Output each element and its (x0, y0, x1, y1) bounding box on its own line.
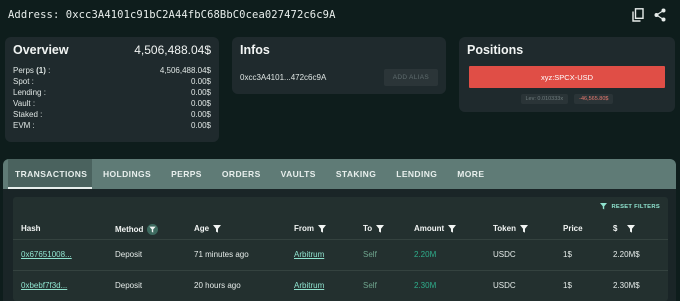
overview-value: 4,506,488.04$ (159, 66, 211, 75)
tab-more[interactable]: MORE (450, 159, 491, 189)
tab-holdings[interactable]: HOLDINGS (96, 159, 158, 189)
tx-age: 71 minutes ago (194, 250, 249, 259)
tab-transactions[interactable]: TRANSACTIONS (8, 159, 92, 189)
short-address: 0xcc3A4101...472c6c9A (240, 73, 327, 82)
col-token[interactable]: Token (493, 224, 528, 233)
overview-row-vault: Vault : 0.00$ (13, 98, 211, 109)
position-market-pill[interactable]: xyz:SPCX-USD (469, 66, 665, 88)
table-row: 0xbebf7f3d... Deposit 20 hours ago Arbit… (13, 271, 668, 301)
tx-amount: 2.30M (414, 281, 437, 290)
tx-price: 1$ (563, 250, 572, 259)
overview-value: 0.00$ (190, 88, 211, 97)
col-amount[interactable]: Amount (414, 224, 457, 233)
transactions-table: RESET FILTERS Hash Method Age From To Am… (13, 197, 668, 301)
perps-count: (1) (36, 66, 46, 75)
positions-card: Positions xyz:SPCX-USD Lev: 0.010333x -4… (459, 37, 675, 112)
filter-icon[interactable] (376, 224, 385, 233)
tx-token: USDC (493, 250, 516, 259)
col-age-label: Age (194, 224, 210, 233)
tx-from-link[interactable]: Arbitrum (294, 250, 324, 259)
overview-row-evm: EVM : 0.00$ (13, 120, 211, 131)
infos-title: Infos (240, 43, 270, 57)
filter-reset-icon (600, 203, 608, 210)
positions-title: Positions (467, 43, 524, 57)
tab-vaults[interactable]: VAULTS (274, 159, 323, 189)
tx-hash-link[interactable]: 0x67651008... (21, 250, 72, 259)
overview-row-perps: Perps (1) : 4,506,488.04$ (13, 65, 211, 76)
col-to-label: To (363, 224, 373, 233)
infos-card: Infos 0xcc3A4101...472c6c9A ADD ALIAS (232, 37, 446, 94)
tabs-panel: TRANSACTIONS HOLDINGS PERPS ORDERS VAULT… (3, 159, 676, 301)
overview-value: 0.00$ (190, 121, 211, 130)
col-usd[interactable]: $ (613, 224, 636, 233)
pnl-badge: -46,565.80$ (574, 94, 614, 104)
overview-label: EVM : (13, 121, 35, 130)
tx-hash-link[interactable]: 0xbebf7f3d... (21, 281, 67, 290)
col-method-label: Method (115, 225, 144, 234)
tab-perps[interactable]: PERPS (164, 159, 209, 189)
col-hash: Hash (21, 224, 41, 233)
col-method[interactable]: Method (115, 224, 159, 235)
col-to[interactable]: To (363, 224, 385, 233)
overview-label: Perps (13, 66, 34, 75)
overview-row-spot: Spot : 0.00$ (13, 76, 211, 87)
overview-label: Staked : (13, 110, 43, 119)
reset-filters-label: RESET FILTERS (611, 203, 660, 210)
tx-usd: 2.30M$ (613, 281, 640, 290)
tx-method: Deposit (115, 281, 143, 290)
tx-amount: 2.20M (414, 250, 437, 259)
filter-icon[interactable] (627, 224, 636, 233)
col-price: Price (563, 224, 583, 233)
tx-to: Self (363, 281, 377, 290)
filter-icon[interactable] (147, 224, 159, 235)
tx-from-link[interactable]: Arbitrum (294, 281, 324, 290)
col-from[interactable]: From (294, 224, 326, 233)
tab-orders[interactable]: ORDERS (215, 159, 268, 189)
tx-method: Deposit (115, 250, 143, 259)
overview-total: 4,506,488.04$ (134, 43, 211, 57)
overview-value: 0.00$ (190, 77, 211, 86)
leverage-badge: Lev: 0.010333x (520, 94, 569, 104)
filter-icon[interactable] (448, 224, 457, 233)
overview-value: 0.00$ (190, 99, 211, 108)
overview-value: 0.00$ (190, 110, 211, 119)
tx-price: 1$ (563, 281, 572, 290)
filter-icon[interactable] (213, 224, 222, 233)
address-label: Address: 0xcc3A4101c91bC2A44fbC68BbC0cea… (8, 9, 336, 21)
tab-bar: TRANSACTIONS HOLDINGS PERPS ORDERS VAULT… (3, 159, 676, 189)
header-bar: Address: 0xcc3A4101c91bC2A44fbC68BbC0cea… (0, 0, 680, 30)
col-token-label: Token (493, 224, 516, 233)
overview-row-lending: Lending : 0.00$ (13, 87, 211, 98)
col-from-label: From (294, 224, 314, 233)
filter-icon[interactable] (519, 224, 528, 233)
tab-lending[interactable]: LENDING (389, 159, 444, 189)
add-alias-button[interactable]: ADD ALIAS (383, 69, 438, 86)
col-usd-label: $ (613, 224, 618, 233)
overview-title: Overview (13, 43, 69, 57)
share-icon[interactable] (654, 8, 666, 22)
tx-token: USDC (493, 281, 516, 290)
reset-filters-button[interactable]: RESET FILTERS (600, 203, 660, 210)
table-header: Hash Method Age From To Amount Token Pri… (13, 219, 668, 239)
col-amount-label: Amount (414, 224, 445, 233)
col-age[interactable]: Age (194, 224, 222, 233)
tx-to: Self (363, 250, 377, 259)
table-row: 0x67651008... Deposit 71 minutes ago Arb… (13, 240, 668, 270)
overview-label: Spot : (13, 77, 34, 86)
tx-age: 20 hours ago (194, 281, 241, 290)
overview-label: Lending : (13, 88, 46, 97)
overview-card: Overview 4,506,488.04$ Perps (1) : 4,506… (5, 37, 219, 142)
filter-icon[interactable] (318, 224, 326, 233)
overview-row-staked: Staked : 0.00$ (13, 109, 211, 120)
tab-staking[interactable]: STAKING (329, 159, 383, 189)
overview-suffix: : (45, 66, 51, 75)
tx-usd: 2.20M$ (613, 250, 640, 259)
overview-label: Vault : (13, 99, 36, 108)
copy-icon[interactable] (632, 8, 644, 22)
